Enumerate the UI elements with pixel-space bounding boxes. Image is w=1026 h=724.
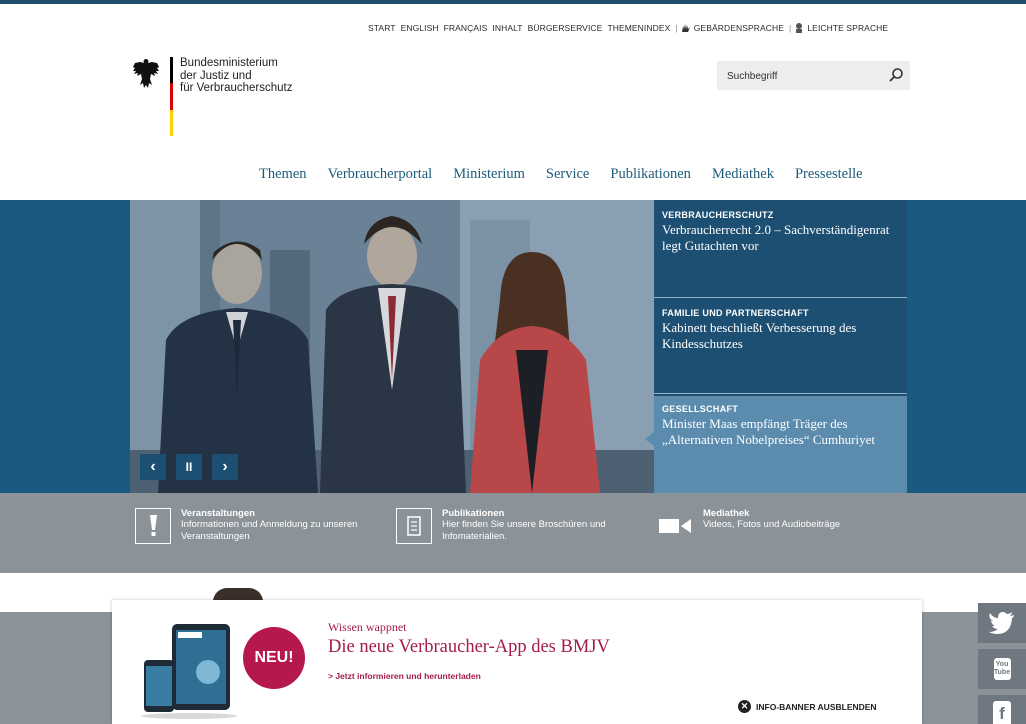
teaser-headline: Verbraucherrecht 2.0 – Sachverständigenr…: [662, 222, 890, 253]
hide-banner-button[interactable]: ✕ INFO-BANNER AUSBLENDEN: [738, 700, 877, 713]
service-link-francais[interactable]: FRANÇAIS: [444, 23, 488, 33]
app-devices-image: [141, 624, 237, 719]
federal-eagle-icon[interactable]: [132, 57, 160, 91]
carousel-next-button[interactable]: ›: [212, 454, 238, 480]
sign-language-icon: [681, 24, 690, 32]
ministry-logo-text[interactable]: Bundesministerium der Justiz und für Ver…: [180, 57, 293, 95]
banner-headline[interactable]: Die neue Verbraucher-App des BMJV: [328, 637, 610, 658]
stage-teaser[interactable]: FAMILIE UND PARTNERSCHAFT Kabinett besch…: [654, 308, 907, 388]
quick-link-title: Mediathek: [703, 508, 750, 519]
service-link-themenindex[interactable]: THEMENINDEX: [607, 23, 670, 33]
quick-link-description: Informationen und Anmeldung zu unseren V…: [181, 519, 358, 542]
logo-line: der Justiz und: [180, 69, 252, 82]
service-nav-separator: |: [789, 23, 792, 33]
main-navigation: Themen Verbraucherportal Ministerium Ser…: [259, 166, 863, 183]
service-navigation: START ENGLISH FRANÇAIS INHALT BÜRGERSERV…: [368, 22, 893, 34]
german-flag-bar: [170, 57, 173, 136]
teaser-headline: Kabinett beschließt Verbesserung des Kin…: [662, 320, 857, 351]
quick-link-veranstaltungen[interactable]: Veranstaltungen Informationen und Anmeld…: [135, 508, 371, 544]
document-icon: [396, 508, 432, 544]
service-link-inhalt[interactable]: INHALT: [492, 23, 522, 33]
carousel-pause-button[interactable]: II: [176, 454, 202, 480]
banner-download-link[interactable]: > Jetzt informieren und herunterladen: [328, 671, 481, 681]
quick-link-title: Veranstaltungen: [181, 508, 255, 519]
exclamation-icon: [135, 508, 171, 544]
carousel-prev-button[interactable]: ‹: [140, 454, 166, 480]
search-input[interactable]: [725, 67, 879, 86]
nav-item-mediathek[interactable]: Mediathek: [712, 166, 774, 183]
twitter-button[interactable]: [978, 603, 1026, 643]
youtube-icon: You Tube: [993, 658, 1011, 680]
stage-photo[interactable]: ‹ II ›: [130, 200, 654, 493]
facebook-label: f: [999, 704, 1005, 723]
facebook-button[interactable]: f: [978, 695, 1026, 724]
twitter-icon: [989, 612, 1014, 634]
teaser-kicker: VERBRAUCHERSCHUTZ: [662, 210, 774, 220]
active-teaser-pointer: [645, 431, 655, 447]
banner-kicker: Wissen wappnet: [328, 620, 407, 634]
teaser-kicker: FAMILIE UND PARTNERSCHAFT: [662, 308, 809, 318]
close-icon: ✕: [738, 700, 751, 713]
service-link-buergerservice[interactable]: BÜRGERSERVICE: [528, 23, 603, 33]
quick-link-title: Publikationen: [442, 508, 505, 519]
youtube-button[interactable]: You Tube: [978, 649, 1026, 689]
quick-link-mediathek[interactable]: Mediathek Videos, Fotos und Audiobeiträg…: [657, 508, 893, 544]
stage-photo-illustration: [130, 200, 654, 493]
video-camera-icon: [657, 508, 693, 544]
nav-item-themen[interactable]: Themen: [259, 166, 307, 183]
service-link-easy-language[interactable]: LEICHTE SPRACHE: [807, 23, 888, 33]
quick-link-description: Hier finden Sie unsere Broschüren und In…: [442, 519, 606, 542]
teaser-kicker: GESELLSCHAFT: [662, 404, 739, 414]
search-icon[interactable]: [888, 67, 904, 83]
nav-item-service[interactable]: Service: [546, 166, 589, 183]
easy-language-icon: [796, 23, 803, 33]
logo-line: für Verbraucherschutz: [180, 82, 293, 94]
logo-line: Bundesministerium: [180, 57, 278, 69]
stage-teaser-list: VERBRAUCHERSCHUTZ Verbraucherrecht 2.0 –…: [654, 200, 907, 493]
service-nav-separator: |: [675, 23, 678, 33]
facebook-icon: f: [993, 701, 1011, 724]
nav-item-ministerium[interactable]: Ministerium: [453, 166, 525, 183]
hide-banner-label: INFO-BANNER AUSBLENDEN: [756, 701, 877, 712]
teaser-divider: [654, 393, 907, 394]
top-accent-line: [0, 0, 1026, 4]
search-box: [717, 61, 910, 90]
youtube-label: You Tube: [993, 661, 1011, 676]
stage-teaser[interactable]: VERBRAUCHERSCHUTZ Verbraucherrecht 2.0 –…: [654, 210, 907, 298]
teaser-divider: [654, 297, 907, 298]
stage-teaser-active[interactable]: GESELLSCHAFT Minister Maas empfängt Träg…: [654, 396, 907, 493]
service-link-english[interactable]: ENGLISH: [401, 23, 439, 33]
quick-link-publikationen[interactable]: Publikationen Hier finden Sie unsere Bro…: [396, 508, 632, 544]
service-link-start[interactable]: START: [368, 23, 396, 33]
nav-item-verbraucherportal[interactable]: Verbraucherportal: [328, 166, 433, 183]
new-badge: NEU!: [243, 627, 305, 689]
service-link-sign-language[interactable]: GEBÄRDENSPRACHE: [694, 23, 784, 33]
app-info-banner: NEU! Wissen wappnet Die neue Verbraucher…: [112, 600, 922, 724]
nav-item-publikationen[interactable]: Publikationen: [610, 166, 691, 183]
teaser-headline: Minister Maas empfängt Träger des „Alter…: [662, 416, 875, 447]
quick-link-description: Videos, Fotos und Audiobeiträge: [703, 519, 841, 530]
nav-item-pressestelle[interactable]: Pressestelle: [795, 166, 863, 183]
